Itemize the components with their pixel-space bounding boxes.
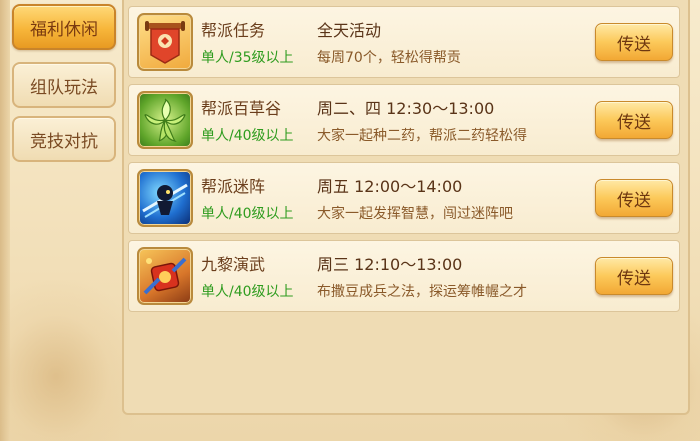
- activity-description: 布撒豆成兵之法，探运筹帷幄之才: [317, 284, 527, 300]
- tab-competitive[interactable]: 竞技对抗: [12, 116, 116, 162]
- activity-level-requirement: 单人/40级以上: [201, 128, 294, 144]
- activity-level-requirement: 单人/40级以上: [201, 206, 294, 222]
- tab-label: 组队玩法: [30, 77, 98, 98]
- teleport-button[interactable]: 传送: [595, 179, 673, 217]
- teleport-button[interactable]: 传送: [595, 257, 673, 295]
- activity-description: 大家一起种二药，帮派二药轻松得: [317, 128, 527, 144]
- activity-time: 周三 12:10～13:00: [317, 255, 463, 274]
- activity-description: 大家一起发挥智慧，闯过迷阵吧: [317, 206, 513, 222]
- activity-name: 帮派迷阵: [201, 177, 266, 196]
- activity-time: 全天活动: [317, 21, 382, 40]
- activity-time: 周五 12:00～14:00: [317, 177, 463, 196]
- activity-level-requirement: 单人/40级以上: [201, 284, 294, 300]
- activity-name: 帮派任务: [201, 21, 266, 40]
- banner-scroll-icon: [137, 13, 193, 71]
- maze-warrior-icon: [137, 169, 193, 227]
- activity-row: 帮派百草谷 单人/40级以上 周二、四 12:30～13:00 大家一起种二药，…: [128, 84, 680, 156]
- tab-welfare-leisure[interactable]: 福利休闲: [12, 4, 116, 50]
- activity-description: 每周70个，轻松得帮贡: [317, 50, 461, 66]
- war-drum-icon: [137, 247, 193, 305]
- activity-level-requirement: 单人/35级以上: [201, 50, 294, 66]
- corner-decoration-left: [0, 280, 140, 441]
- activity-time: 周二、四 12:30～13:00: [317, 99, 495, 118]
- activity-row: 帮派任务 单人/35级以上 全天活动 每周70个，轻松得帮贡 传送: [128, 6, 680, 78]
- activity-row: 九黎演武 单人/40级以上 周三 12:10～13:00 布撒豆成兵之法，探运筹…: [128, 240, 680, 312]
- activity-name: 九黎演武: [201, 255, 266, 274]
- activity-row: 帮派迷阵 单人/40级以上 周五 12:00～14:00 大家一起发挥智慧，闯过…: [128, 162, 680, 234]
- teleport-button[interactable]: 传送: [595, 101, 673, 139]
- activity-name: 帮派百草谷: [201, 99, 282, 118]
- activity-panel: 福利休闲 组队玩法 竞技对抗 帮派任务 单人/35级以上 全天活动 每周70个，…: [0, 0, 700, 441]
- teleport-button[interactable]: 传送: [595, 23, 673, 61]
- tab-label: 竞技对抗: [30, 131, 98, 152]
- herb-leaf-icon: [137, 91, 193, 149]
- tab-label: 福利休闲: [30, 19, 98, 40]
- tab-team-play[interactable]: 组队玩法: [12, 62, 116, 108]
